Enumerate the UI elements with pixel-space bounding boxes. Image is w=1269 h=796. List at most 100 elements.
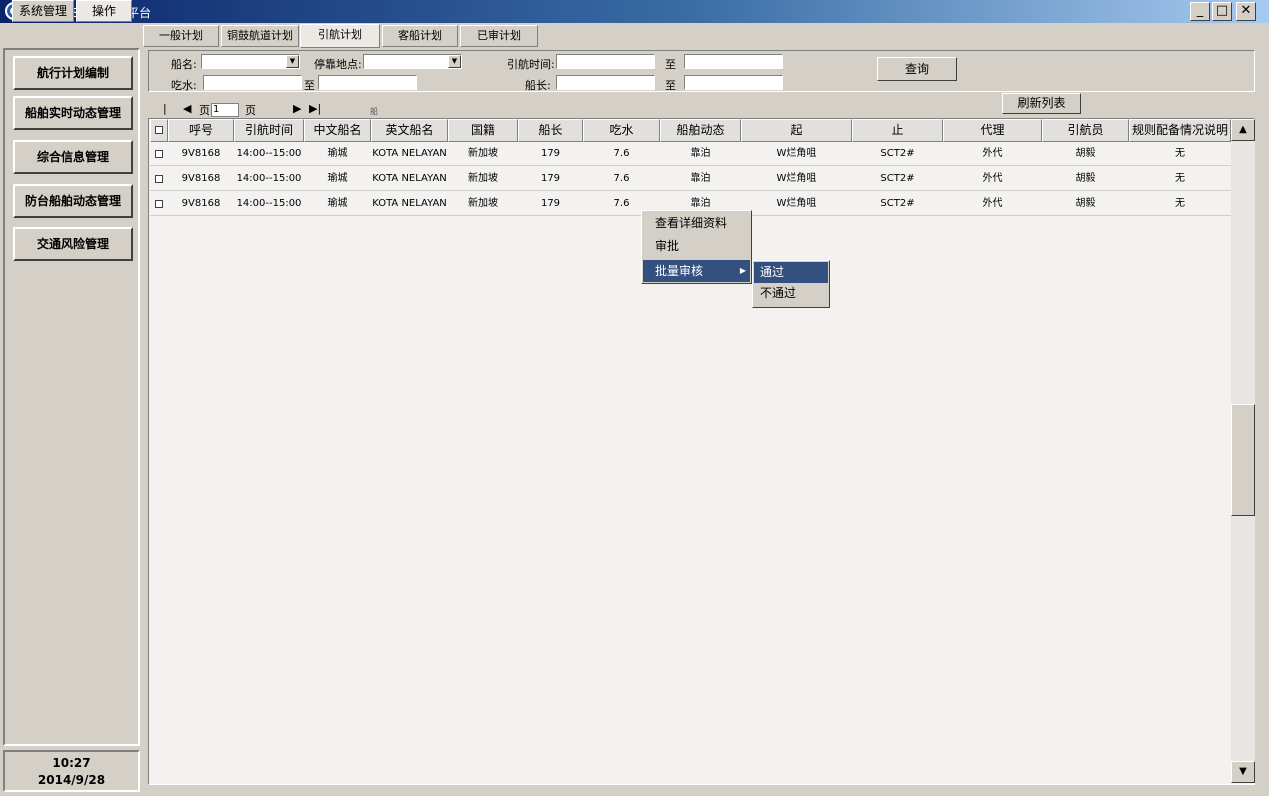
cell-from: W烂角咀 — [741, 192, 852, 216]
nav-ship-dynamics-button[interactable]: 船舶实时动态管理 — [13, 96, 133, 130]
select-all-checkbox[interactable] — [155, 126, 163, 134]
header-remarks[interactable]: 规则配备情况说明 — [1129, 119, 1231, 142]
cell-cn-name: 瑜城 — [304, 192, 371, 216]
cell-length: 179 — [518, 167, 583, 191]
last-page-icon[interactable]: ▶| — [309, 102, 321, 115]
cell-length: 179 — [518, 192, 583, 216]
tab-general-plan[interactable]: 一般计划 — [143, 25, 219, 47]
header-pilot-time[interactable]: 引航时间 — [234, 119, 304, 142]
nav-info-management-button[interactable]: 综合信息管理 — [13, 140, 133, 174]
submenu-reject[interactable]: 不通过 — [754, 283, 828, 304]
nav-voyage-plan-button[interactable]: 航行计划编制 — [13, 56, 133, 90]
scroll-down-icon[interactable]: ▼ — [1231, 761, 1255, 783]
length-from-input[interactable] — [556, 75, 655, 90]
scroll-up-icon[interactable]: ▲ — [1231, 119, 1255, 141]
cell-length: 179 — [518, 142, 583, 166]
cell-agent: 外代 — [943, 142, 1042, 166]
chevron-down-icon[interactable]: ▼ — [448, 55, 461, 68]
cell-call-sign: 9V8168 — [168, 192, 234, 216]
header-call-sign[interactable]: 呼号 — [168, 119, 234, 142]
row-checkbox[interactable] — [155, 200, 163, 208]
berth-select[interactable]: ▼ — [363, 54, 462, 69]
cell-to: SCT2# — [852, 192, 943, 216]
cell-status: 靠泊 — [660, 142, 741, 166]
row-select[interactable] — [150, 192, 168, 216]
berth-label: 停靠地点: — [314, 58, 362, 71]
header-select-all[interactable] — [150, 119, 168, 142]
cell-remarks: 无 — [1129, 167, 1231, 191]
ship-name-label: 船名: — [171, 58, 197, 71]
page-label: 页 — [199, 104, 210, 117]
tab-system-management[interactable]: 系统管理 — [12, 0, 74, 22]
menu-approve[interactable]: 审批 — [643, 235, 750, 257]
cell-pilot: 胡毅 — [1042, 142, 1129, 166]
draft-to-label: 至 — [304, 79, 315, 92]
header-cn-name[interactable]: 中文船名 — [304, 119, 371, 142]
cell-from: W烂角咀 — [741, 142, 852, 166]
query-button[interactable]: 查询 — [877, 57, 957, 81]
cell-nationality: 新加坡 — [448, 142, 518, 166]
header-pilot[interactable]: 引航员 — [1042, 119, 1129, 142]
header-from[interactable]: 起 — [741, 119, 852, 142]
cell-status: 靠泊 — [660, 167, 741, 191]
header-to[interactable]: 止 — [852, 119, 943, 142]
row-checkbox[interactable] — [155, 175, 163, 183]
cell-call-sign: 9V8168 — [168, 167, 234, 191]
close-button[interactable]: ✕ — [1236, 2, 1256, 21]
cell-to: SCT2# — [852, 167, 943, 191]
maximize-button[interactable]: □ — [1212, 2, 1232, 21]
header-agent[interactable]: 代理 — [943, 119, 1042, 142]
tab-tonggu-channel-plan[interactable]: 铜鼓航道计划 — [221, 25, 299, 47]
header-en-name[interactable]: 英文船名 — [371, 119, 448, 142]
length-label: 船长: — [525, 79, 551, 92]
cell-pilot-time: 14:00--15:00 — [234, 142, 304, 166]
pilot-time-from-input[interactable] — [556, 54, 655, 69]
clock-time: 10:27 — [52, 756, 91, 770]
submenu-pass[interactable]: 通过 — [754, 262, 828, 283]
ship-name-select[interactable]: ▼ — [201, 54, 300, 69]
clock-date: 2014/9/28 — [37, 773, 106, 787]
cell-draft: 7.6 — [583, 167, 660, 191]
cell-pilot: 胡毅 — [1042, 192, 1129, 216]
next-page-icon[interactable]: ▶ — [293, 102, 301, 115]
cell-agent: 外代 — [943, 192, 1042, 216]
length-to-input[interactable] — [684, 75, 783, 90]
draft-to-input[interactable] — [318, 75, 417, 90]
title-bar: 深圳VTS综合信息平台 — [0, 0, 1269, 23]
tab-operation[interactable]: 操作 — [76, 0, 132, 22]
row-select[interactable] — [150, 142, 168, 166]
cell-pilot: 胡毅 — [1042, 167, 1129, 191]
submenu: 通过 不通过 — [752, 260, 830, 308]
cell-en-name: KOTA NELAYAN — [371, 167, 448, 191]
menu-view-details[interactable]: 查看详细资料 — [643, 212, 750, 234]
minimize-button[interactable]: _ — [1190, 2, 1210, 21]
header-status[interactable]: 船舶动态 — [660, 119, 741, 142]
pilot-time-to-input[interactable] — [684, 54, 783, 69]
tab-pilot-plan[interactable]: 引航计划 — [300, 24, 380, 48]
tab-passenger-ship-plan[interactable]: 客船计划 — [382, 25, 458, 47]
header-nationality[interactable]: 国籍 — [448, 119, 518, 142]
row-select[interactable] — [150, 167, 168, 191]
cell-agent: 外代 — [943, 167, 1042, 191]
cell-pilot-time: 14:00--15:00 — [234, 192, 304, 216]
nav-traffic-risk-button[interactable]: 交通风险管理 — [13, 227, 133, 261]
scroll-thumb[interactable] — [1231, 404, 1255, 516]
cell-remarks: 无 — [1129, 142, 1231, 166]
draft-from-input[interactable] — [203, 75, 302, 90]
chevron-down-icon[interactable]: ▼ — [286, 55, 299, 68]
nav-typhoon-ship-button[interactable]: 防台船舶动态管理 — [13, 184, 133, 218]
header-length[interactable]: 船长 — [518, 119, 583, 142]
cell-draft: 7.6 — [583, 142, 660, 166]
cell-call-sign: 9V8168 — [168, 142, 234, 166]
menu-batch-review[interactable]: 批量审核 ▶ — [643, 260, 750, 282]
header-draft[interactable]: 吃水 — [583, 119, 660, 142]
page-input[interactable]: 1 — [211, 103, 239, 117]
row-checkbox[interactable] — [155, 150, 163, 158]
refresh-list-button[interactable]: 刷新列表 — [1002, 93, 1081, 114]
vertical-scrollbar[interactable]: ▲ ▼ — [1231, 119, 1255, 783]
prev-page-icon[interactable]: ◀ — [183, 102, 191, 115]
cell-en-name: KOTA NELAYAN — [371, 192, 448, 216]
pilot-time-to-label: 至 — [665, 58, 676, 71]
tab-reviewed-plan[interactable]: 已审计划 — [460, 25, 538, 47]
cell-cn-name: 瑜城 — [304, 142, 371, 166]
